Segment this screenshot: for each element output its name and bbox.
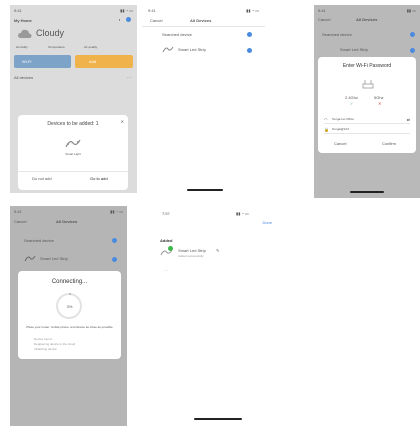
page-title: All Devices — [356, 17, 378, 22]
led-strip-icon — [65, 139, 81, 148]
dialog-title: Devices to be added: 1 — [47, 121, 99, 127]
tile-add[interactable]: Add — [75, 55, 133, 68]
searched-device-label: Searched device — [322, 32, 352, 37]
close-icon[interactable]: ✕ — [121, 119, 124, 124]
device-caption: Smart Light — [65, 152, 81, 156]
led-strip-icon — [24, 255, 36, 262]
band-24ghz-label: 2.4Ghz — [345, 95, 358, 100]
cancel-button[interactable]: Cancel — [318, 17, 330, 22]
wifi-name-field[interactable]: Tenga-Inc-Office — [332, 117, 354, 121]
cloud-icon — [18, 29, 32, 38]
status-icons: ▮▮ ◔ ▭ — [236, 211, 249, 216]
screenshot-wifi-password: 9:41 ▮▮ ▭ Cancel All Devices Searched de… — [314, 5, 420, 198]
success-check-icon — [168, 246, 173, 251]
status-icons: ▮▮ ◔ ▭ — [110, 209, 123, 214]
device-row-label: Smart Led Strip — [40, 256, 68, 261]
home-indicator[interactable] — [350, 191, 384, 193]
tile-wifi[interactable]: Wi-Fi — [14, 55, 71, 68]
cancel-button[interactable]: Cancel — [150, 18, 162, 23]
mic-icon[interactable]: ◐ — [119, 17, 121, 22]
weather-label: Cloudy — [36, 28, 65, 38]
section-all-devices[interactable]: All devices — [14, 75, 33, 80]
screenshot-all-devices: 9:41 ▮▮ ◔ ▭ Cancel All Devices Searched … — [142, 5, 265, 193]
page-title: All Devices — [56, 219, 78, 224]
more-icon[interactable]: ··· — [127, 75, 131, 80]
page-title: All Devices — [190, 18, 212, 23]
placement-hint: Place your router, mobile phone, and dev… — [26, 325, 113, 329]
confirm-button[interactable]: Confirm — [382, 141, 396, 146]
section-added: Added — [160, 238, 173, 243]
dialog-title: Enter Wi-Fi Password — [342, 63, 392, 69]
lock-icon: 🔒 — [324, 127, 329, 132]
wifi-dialog: Enter Wi-Fi Password 2.4Ghz ✓ 5Ghz ✕ ◠ T… — [318, 57, 416, 153]
status-time: 9:41 — [14, 209, 22, 214]
add-icon[interactable] — [126, 17, 131, 22]
password-field[interactable]: Tengai@123 — [332, 127, 349, 131]
added-status: Added successfully — [178, 254, 204, 258]
edit-icon[interactable]: ✎ — [216, 248, 219, 253]
device-add-icon[interactable] — [112, 257, 117, 262]
search-toggle-icon[interactable] — [112, 238, 117, 243]
tile-add-label: Add — [89, 59, 97, 64]
status-time: 9:41 — [14, 8, 22, 13]
cancel-dialog-button[interactable]: Cancel — [334, 141, 346, 146]
device-row-label[interactable]: Smart Led Strip — [178, 47, 206, 52]
done-button[interactable]: Done — [262, 220, 272, 225]
loading-icon: ⋯ — [164, 268, 168, 273]
dialog-title: Connecting... — [51, 279, 88, 285]
device-add-icon[interactable] — [410, 48, 415, 53]
screenshot-connecting: 9:41 ▮▮ ◔ ▭ Cancel All Devices Searched … — [10, 206, 127, 426]
status-time: 9:41 — [318, 8, 326, 13]
status-icons: ▮▮ ◔ ▭ — [120, 8, 133, 13]
band-5ghz-label: 5Ghz — [374, 95, 384, 100]
search-toggle-icon[interactable] — [410, 32, 415, 37]
connecting-dialog: Connecting... 3% Place your router, mobi… — [18, 271, 121, 359]
cancel-button[interactable]: Cancel — [14, 219, 26, 224]
devices-dialog: Devices to be added: 1 ✕ Smart Light Do … — [18, 115, 128, 190]
wifi-icon: ◠ — [324, 117, 328, 122]
check-icon: ✓ — [350, 101, 354, 106]
device-add-icon[interactable] — [247, 48, 252, 53]
switch-network-icon[interactable]: ⇄ — [407, 117, 410, 122]
led-strip-icon — [162, 46, 174, 53]
status-time: 9:41 — [148, 8, 156, 13]
status-icons: ▮▮ ◔ ▭ — [246, 8, 259, 13]
step-3: Initializing device — [34, 347, 57, 351]
home-indicator[interactable] — [194, 418, 242, 420]
status-icons: ▮▮ ▭ — [406, 8, 416, 13]
search-toggle-icon[interactable] — [247, 32, 252, 37]
device-row-label: Smart Led Strip — [340, 47, 368, 52]
go-to-add-button[interactable]: Go to add — [90, 176, 108, 181]
weather-stat-air: Air quality — [84, 45, 98, 49]
step-1: Device found — [34, 337, 52, 341]
progress-percent: 3% — [66, 304, 73, 309]
cross-icon: ✕ — [378, 101, 382, 106]
added-device-name: Smart Led Strip — [178, 248, 206, 253]
screenshot-home-dialog: 9:41 ▮▮ ◔ ▭ My Home ◐ Cloudy Humidity Te… — [10, 5, 137, 193]
home-name[interactable]: My Home — [14, 18, 32, 23]
screenshot-added: 7:57 ▮▮ ◔ ▭ Done Added Smart Led Strip ✎… — [156, 206, 280, 426]
weather-stat-temperature: Temperature — [48, 45, 65, 49]
searched-device-label: Searched device — [162, 32, 192, 37]
tile-wifi-label: Wi-Fi — [22, 59, 32, 64]
router-icon — [362, 80, 374, 89]
home-indicator[interactable] — [187, 189, 223, 191]
searched-device-label: Searched device — [24, 238, 54, 243]
status-time: 7:57 — [162, 211, 170, 216]
weather-stat-humidity: Humidity — [16, 45, 28, 49]
step-2: Registering device to the cloud — [34, 342, 76, 346]
do-not-add-button[interactable]: Do not add — [32, 176, 52, 181]
